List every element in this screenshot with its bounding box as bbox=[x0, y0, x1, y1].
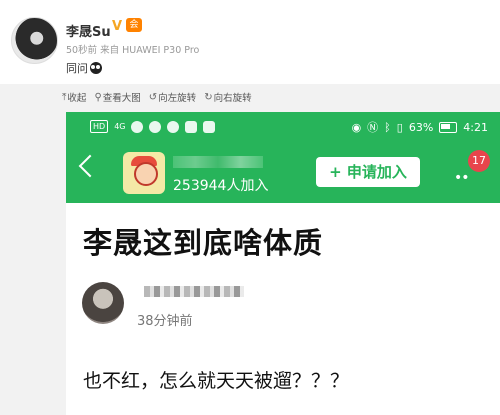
weibo-icon bbox=[149, 120, 162, 133]
magnifier-icon: ⚲ bbox=[94, 91, 102, 103]
post-text-content: 同问 bbox=[66, 62, 88, 75]
post-time: 38分钟前 bbox=[137, 314, 193, 329]
group-avatar[interactable] bbox=[123, 152, 165, 194]
embedded-screenshot[interactable]: HD 4G ◉ Ⓝ ᛒ ▯ 63% 4:21 253944人加入 + 申请加入 … bbox=[66, 112, 500, 415]
back-icon[interactable] bbox=[78, 154, 102, 178]
post-meta: 50秒前 来自 HUAWEI P30 Pro bbox=[66, 45, 200, 56]
post-header: 李晟Su V 会 50秒前 来自 HUAWEI P30 Pro 同问 bbox=[0, 0, 500, 84]
signal-icon: 4G bbox=[114, 122, 126, 131]
join-button[interactable]: + 申请加入 bbox=[316, 157, 420, 187]
author-name[interactable]: 李晟Su bbox=[66, 21, 111, 40]
view-large-label: 查看大图 bbox=[102, 93, 141, 104]
image-toolbar: ⤒ 收起 ⚲ 查看大图 ↺ 向左旋转 ↻ 向右旋转 bbox=[62, 89, 252, 105]
group-name-blurred bbox=[173, 156, 263, 168]
rotate-right-icon: ↻ bbox=[204, 91, 213, 103]
member-count: 253944人加入 bbox=[173, 178, 269, 194]
battery-percent: 63% bbox=[408, 120, 434, 134]
author-avatar[interactable] bbox=[11, 17, 58, 64]
vibrate-icon: ▯ bbox=[396, 120, 403, 134]
group-avatar-face bbox=[134, 162, 158, 186]
collapse-label: 收起 bbox=[67, 93, 87, 104]
rotate-left-icon: ↺ bbox=[148, 91, 158, 103]
clock: 4:21 bbox=[463, 120, 488, 134]
collapse-button[interactable]: ⤒ 收起 bbox=[62, 89, 86, 105]
status-left-icons: HD 4G bbox=[90, 120, 216, 133]
app-icon bbox=[185, 120, 198, 133]
collapse-icon: ⤒ bbox=[62, 91, 67, 103]
poster-name-blurred bbox=[144, 286, 244, 297]
unread-badge: 17 bbox=[468, 150, 490, 172]
status-right-icons: ◉ Ⓝ ᛒ ▯ 63% 4:21 bbox=[352, 119, 488, 135]
post-text: 同问 bbox=[66, 60, 102, 76]
nfc-icon: Ⓝ bbox=[367, 121, 379, 134]
rotate-right-button[interactable]: ↻ 向右旋转 bbox=[204, 89, 251, 105]
wifi-icon bbox=[131, 120, 144, 133]
bluetooth-icon: ᛒ bbox=[384, 120, 391, 134]
group-nav-bar: 253944人加入 + 申请加入 •• 17 bbox=[66, 142, 500, 203]
emoji-icon bbox=[90, 62, 102, 74]
eye-icon: ◉ bbox=[351, 120, 362, 134]
phone-status-bar: HD 4G ◉ Ⓝ ᛒ ▯ 63% 4:21 bbox=[66, 112, 500, 142]
view-large-button[interactable]: ⚲ 查看大图 bbox=[94, 89, 140, 105]
post-headline: 李晟这到底啥体质 bbox=[83, 226, 324, 260]
poster-avatar[interactable] bbox=[82, 282, 124, 324]
vip-icon: 会 bbox=[126, 18, 142, 32]
rotate-right-label: 向右旋转 bbox=[213, 93, 252, 104]
more-icon[interactable]: •• bbox=[454, 170, 469, 186]
rotate-left-label: 向左旋转 bbox=[158, 93, 197, 104]
post-body: 也不红，怎么就天天被遛？？？ bbox=[83, 370, 350, 392]
rotate-left-button[interactable]: ↺ 向左旋转 bbox=[149, 89, 196, 105]
app-icon-2 bbox=[203, 120, 216, 133]
qq-icon bbox=[167, 120, 180, 133]
verified-icon: V bbox=[112, 19, 123, 34]
hd-icon: HD bbox=[90, 120, 109, 133]
battery-icon bbox=[439, 121, 458, 133]
